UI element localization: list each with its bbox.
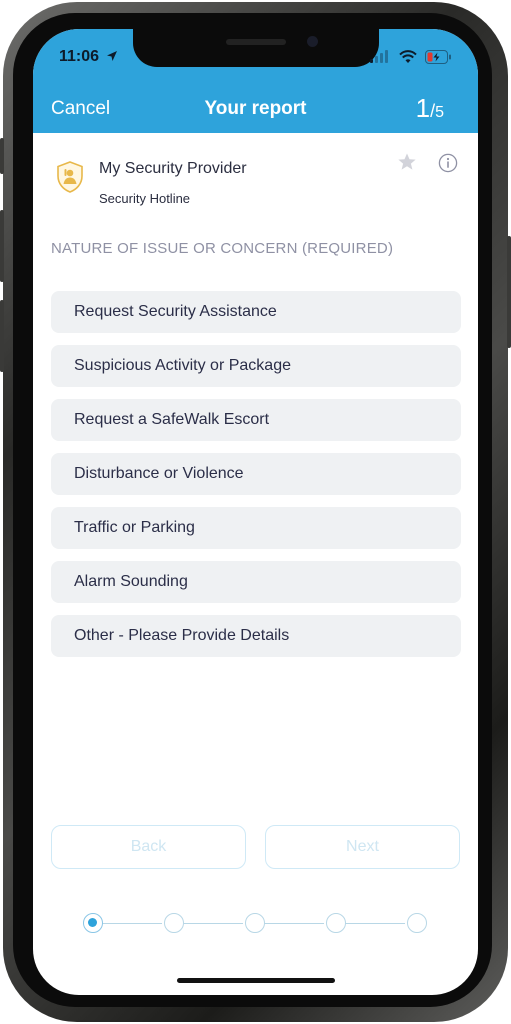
step-connector: [182, 923, 243, 924]
step-total: 5: [435, 104, 444, 121]
section-label: NATURE OF ISSUE OR CONCERN (REQUIRED): [51, 240, 394, 257]
notch: [133, 29, 379, 67]
step-connector: [344, 923, 405, 924]
home-indicator[interactable]: [177, 978, 335, 983]
option-alarm-sounding[interactable]: Alarm Sounding: [51, 561, 461, 603]
option-suspicious-activity[interactable]: Suspicious Activity or Package: [51, 345, 461, 387]
front-camera: [307, 36, 318, 47]
option-disturbance-violence[interactable]: Disturbance or Violence: [51, 453, 461, 495]
signal-icon: [370, 50, 389, 64]
wifi-icon: [398, 49, 417, 63]
star-icon[interactable]: [397, 152, 417, 177]
step-dot-5: [407, 913, 427, 933]
side-button-volume-down: [0, 300, 4, 372]
app-header: 11:06 Cancel Your report 1/5: [33, 29, 478, 133]
page-title: Your report: [204, 98, 307, 119]
side-button-volume-up: [0, 210, 4, 282]
option-traffic-parking[interactable]: Traffic or Parking: [51, 507, 461, 549]
option-request-security-assistance[interactable]: Request Security Assistance: [51, 291, 461, 333]
screen: 11:06 Cancel Your report 1/5 My Security…: [33, 29, 478, 995]
location-arrow-icon: [106, 51, 117, 61]
side-button-power: [507, 236, 511, 348]
status-time: 11:06: [59, 48, 118, 66]
step-connector: [263, 923, 324, 924]
option-safewalk-escort[interactable]: Request a SafeWalk Escort: [51, 399, 461, 441]
status-indicators: [370, 48, 452, 66]
step-connector: [101, 923, 162, 924]
step-dot-1: [83, 913, 103, 933]
back-button[interactable]: Back: [51, 825, 246, 869]
step-current: 1: [415, 93, 431, 123]
battery-low-icon: [425, 49, 451, 64]
side-button-mute: [0, 138, 4, 174]
next-button[interactable]: Next: [265, 825, 460, 869]
shield-icon: [55, 160, 85, 199]
step-counter: 1/5: [416, 93, 444, 124]
progress-stepper: [81, 911, 441, 937]
step-dot-4: [326, 913, 346, 933]
speaker: [226, 39, 286, 45]
provider-name: My Security Provider: [99, 160, 247, 177]
info-icon[interactable]: [438, 153, 458, 178]
issue-options-list: Request Security Assistance Suspicious A…: [51, 291, 461, 669]
provider-subtitle: Security Hotline: [99, 191, 191, 206]
step-dot-3: [245, 913, 265, 933]
option-other[interactable]: Other - Please Provide Details: [51, 615, 461, 657]
step-dot-2: [164, 913, 184, 933]
